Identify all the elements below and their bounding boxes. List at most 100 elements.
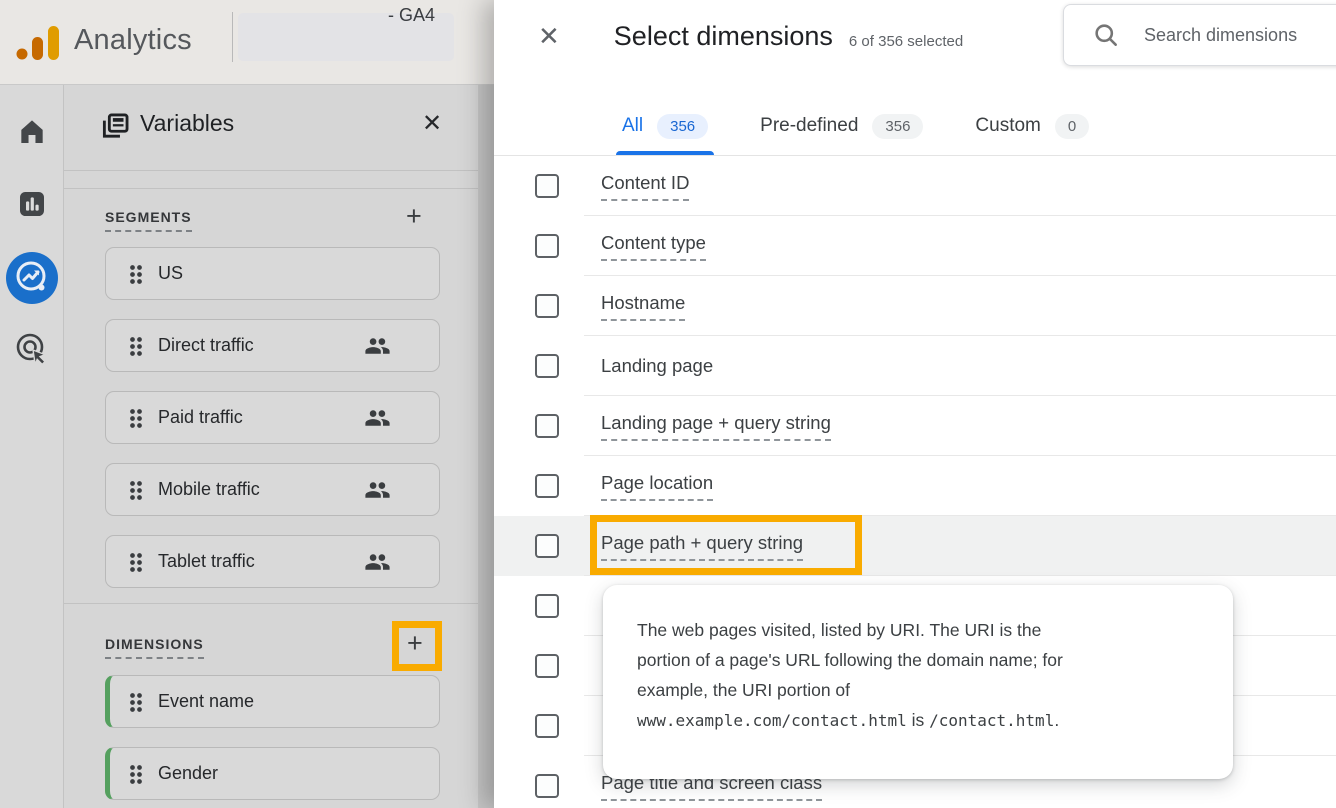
segment-label: Tablet traffic (158, 551, 364, 572)
drag-handle-icon[interactable] (129, 552, 142, 572)
dimensions-section-label: DIMENSIONS (105, 636, 204, 659)
reports-icon (16, 188, 48, 220)
row-content-id[interactable]: Content ID (494, 156, 1336, 216)
checkbox[interactable] (535, 774, 559, 798)
segments-section-label: SEGMENTS (105, 209, 192, 232)
app-header: Analytics - GA4 (0, 0, 494, 85)
checkbox[interactable] (535, 654, 559, 678)
divider (64, 188, 478, 189)
tooltip-code: /contact.html (929, 711, 1054, 730)
dimension-name[interactable]: Hostname (601, 292, 685, 321)
selection-status: 6 of 356 selected (849, 33, 963, 50)
tab-label: Custom (975, 115, 1040, 137)
segment-card-tablet-traffic[interactable]: Tablet traffic (105, 535, 440, 588)
property-suffix: - GA4 (388, 5, 435, 26)
row-page-location[interactable]: Page location (494, 456, 1336, 516)
divider (64, 170, 478, 171)
checkbox[interactable] (535, 174, 559, 198)
segment-card-us[interactable]: US (105, 247, 440, 300)
dimension-name[interactable]: Page location (601, 472, 713, 501)
row-content-type[interactable]: Content type (494, 216, 1336, 276)
segment-label: Mobile traffic (158, 479, 364, 500)
checkbox[interactable] (535, 414, 559, 438)
tooltip-line: example, the URI portion of (637, 675, 1203, 705)
segment-label: Direct traffic (158, 335, 364, 356)
dimension-name[interactable]: Landing page (601, 355, 713, 377)
people-icon (364, 479, 391, 501)
drag-handle-icon[interactable] (129, 692, 142, 712)
dimension-name[interactable]: Page path + query string (601, 532, 803, 561)
variables-title: Variables (140, 110, 234, 137)
variables-icon (98, 110, 132, 144)
checkbox[interactable] (535, 354, 559, 378)
row-landing-page-query-string[interactable]: Landing page + query string (494, 396, 1336, 456)
screen: Analytics - GA4 (0, 0, 1336, 808)
dimension-label: Event name (158, 691, 439, 712)
people-icon (364, 407, 391, 429)
home-icon (16, 115, 48, 147)
segment-label: US (158, 263, 439, 284)
checkbox[interactable] (535, 534, 559, 558)
tooltip-line: portion of a page's URL following the do… (637, 645, 1203, 675)
tooltip-text: . (1054, 710, 1059, 730)
checkbox[interactable] (535, 234, 559, 258)
search-box[interactable] (1063, 4, 1336, 66)
variables-close-button[interactable]: ✕ (422, 109, 442, 138)
checkbox[interactable] (535, 294, 559, 318)
modal-title: Select dimensions (614, 21, 833, 52)
header-divider (232, 12, 233, 62)
drag-handle-icon[interactable] (129, 480, 142, 500)
row-hostname[interactable]: Hostname (494, 276, 1336, 336)
dimension-card-event-name[interactable]: Event name (105, 675, 440, 728)
explore-canvas-edge (478, 85, 494, 808)
advertising-icon (13, 330, 51, 368)
dimension-name[interactable]: Landing page + query string (601, 412, 831, 441)
select-dimensions-panel: ✕ Select dimensions 6 of 356 selected Al… (494, 0, 1336, 808)
tab-all[interactable]: All 356 (620, 96, 710, 156)
tab-pre-defined[interactable]: Pre-defined 356 (758, 96, 925, 156)
search-input[interactable] (1144, 25, 1336, 46)
drag-handle-icon[interactable] (129, 264, 142, 284)
dimension-name[interactable]: Content type (601, 232, 706, 261)
segment-card-mobile-traffic[interactable]: Mobile traffic (105, 463, 440, 516)
search-icon (1092, 21, 1120, 49)
drag-handle-icon[interactable] (129, 336, 142, 356)
nav-rail (0, 85, 64, 808)
add-segment-button[interactable]: + (406, 203, 422, 230)
drag-handle-icon[interactable] (129, 764, 142, 784)
tab-count-badge: 356 (657, 114, 708, 139)
nav-explore-active[interactable] (0, 251, 64, 305)
tab-count-badge: 0 (1055, 114, 1089, 139)
add-dimension-button[interactable]: + (407, 630, 423, 657)
modal-close-button[interactable]: ✕ (538, 23, 560, 49)
google-analytics-logo-icon (16, 26, 60, 60)
drag-handle-icon[interactable] (129, 408, 142, 428)
nav-reports[interactable] (0, 188, 64, 220)
checkbox[interactable] (535, 474, 559, 498)
variables-panel: Variables ✕ SEGMENTS + US Direct traffic… (64, 85, 478, 808)
tooltip-code-line: www.example.com/contact.html is /contact… (637, 705, 1203, 736)
segment-card-paid-traffic[interactable]: Paid traffic (105, 391, 440, 444)
people-icon (364, 551, 391, 573)
tab-label: All (622, 115, 643, 137)
tab-count-badge: 356 (872, 114, 923, 139)
dimension-card-gender[interactable]: Gender (105, 747, 440, 800)
brand-title: Analytics (74, 24, 192, 57)
segment-card-direct-traffic[interactable]: Direct traffic (105, 319, 440, 372)
nav-advertising[interactable] (0, 330, 64, 368)
dimension-name[interactable]: Content ID (601, 172, 689, 201)
dimension-label: Gender (158, 763, 439, 784)
checkbox[interactable] (535, 714, 559, 738)
row-landing-page[interactable]: Landing page (494, 336, 1336, 396)
tooltip-text: is (907, 710, 929, 730)
nav-home[interactable] (0, 115, 64, 147)
checkbox[interactable] (535, 594, 559, 618)
tabs: All 356 Pre-defined 356 Custom 0 (620, 96, 1091, 156)
row-page-path-query-string[interactable]: Page path + query string (494, 516, 1336, 576)
people-icon (364, 335, 391, 357)
dimension-tooltip: The web pages visited, listed by URI. Th… (603, 585, 1233, 779)
segment-label: Paid traffic (158, 407, 364, 428)
tooltip-line: The web pages visited, listed by URI. Th… (637, 615, 1203, 645)
explore-icon (5, 251, 59, 305)
tab-custom[interactable]: Custom 0 (973, 96, 1091, 156)
